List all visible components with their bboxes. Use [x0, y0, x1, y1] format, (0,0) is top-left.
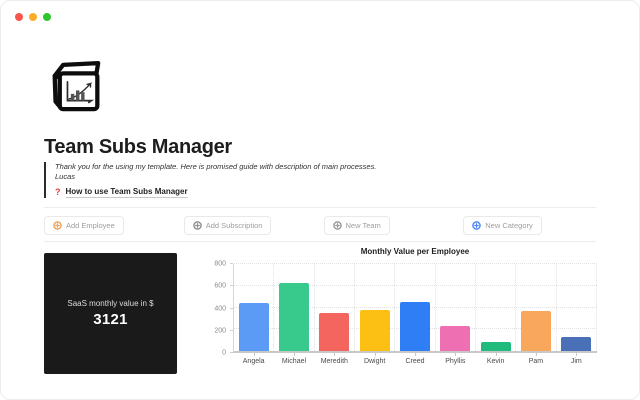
zoom-button[interactable] [43, 13, 51, 21]
x-tick-label: Jim [557, 358, 596, 365]
bar-angela [239, 303, 269, 351]
x-tick-label: Pam [516, 358, 555, 365]
help-page-link-label: How to use Team Subs Manager [66, 187, 188, 198]
plus-circle-icon [472, 221, 481, 230]
chart-plot: AngelaMichaelMeredithDwightCreedPhyllisK… [233, 264, 597, 353]
y-tick-label: 600 [214, 283, 226, 290]
add-employee-label: Add Employee [66, 221, 115, 230]
x-tick-label: Kevin [476, 358, 515, 365]
y-tick-label: 200 [214, 327, 226, 334]
quote-text: Thank you for the using my template. Her… [55, 162, 564, 172]
bar-slot: Michael [274, 264, 314, 351]
kpi-card: SaaS monthly value in $ 3121 [44, 253, 177, 374]
add-employee-button[interactable]: Add Employee [44, 216, 124, 235]
toolbar: Add Employee Add Subscription New Team N… [44, 216, 596, 235]
bar-creed [400, 302, 430, 351]
add-subscription-button[interactable]: Add Subscription [184, 216, 272, 235]
cube-chart-icon [47, 59, 105, 120]
x-tick-label: Dwight [355, 358, 394, 365]
bar-slot: Pam [516, 264, 556, 351]
bar-slot: Jim [557, 264, 597, 351]
app-window: Team Subs Manager Thank you for the usin… [0, 0, 640, 400]
minimize-button[interactable] [29, 13, 37, 21]
new-team-label: New Team [346, 221, 381, 230]
page-title: Team Subs Manager [44, 136, 232, 159]
x-tick-label: Phyllis [436, 358, 475, 365]
bar-phyllis [440, 326, 470, 351]
new-team-button[interactable]: New Team [324, 216, 390, 235]
x-tick-label: Michael [274, 358, 313, 365]
add-subscription-label: Add Subscription [206, 221, 263, 230]
bar-kevin [481, 342, 511, 351]
x-tick-label: Angela [234, 358, 273, 365]
chart-plot-wrap: 0200400600800 AngelaMichaelMeredithDwigh… [201, 264, 597, 353]
bar-slot: Meredith [315, 264, 355, 351]
plus-circle-icon [333, 221, 342, 230]
kpi-value: 3121 [93, 311, 128, 328]
question-mark-icon: ? [55, 188, 61, 197]
y-tick-label: 0 [222, 350, 226, 357]
x-tick-label: Creed [395, 358, 434, 365]
y-tick-label: 800 [214, 261, 226, 268]
bar-slot: Creed [395, 264, 435, 351]
bar-dwight [360, 310, 390, 351]
divider-bottom [44, 241, 596, 242]
quote-block: Thank you for the using my template. Her… [44, 162, 564, 198]
x-tick-label: Meredith [315, 358, 354, 365]
bar-michael [279, 283, 309, 352]
kpi-label: SaaS monthly value in $ [67, 299, 153, 308]
bar-slot: Kevin [476, 264, 516, 351]
chart-title: Monthly Value per Employee [233, 247, 597, 256]
divider-top [44, 207, 596, 208]
new-category-button[interactable]: New Category [463, 216, 542, 235]
close-button[interactable] [15, 13, 23, 21]
help-page-link[interactable]: ? How to use Team Subs Manager [55, 187, 564, 198]
new-category-label: New Category [485, 221, 533, 230]
plus-circle-icon [193, 221, 202, 230]
plus-circle-icon [53, 221, 62, 230]
bar-pam [521, 311, 551, 351]
bar-meredith [319, 313, 349, 351]
bar-slot: Dwight [355, 264, 395, 351]
bar-jim [561, 337, 591, 351]
y-tick-label: 400 [214, 305, 226, 312]
bar-chart: Monthly Value per Employee 0200400600800… [201, 247, 597, 353]
quote-signature: Lucas [55, 172, 564, 182]
bar-slot: Angela [234, 264, 274, 351]
window-controls [15, 13, 51, 21]
chart-y-axis: 0200400600800 [201, 264, 233, 353]
bar-slot: Phyllis [436, 264, 476, 351]
